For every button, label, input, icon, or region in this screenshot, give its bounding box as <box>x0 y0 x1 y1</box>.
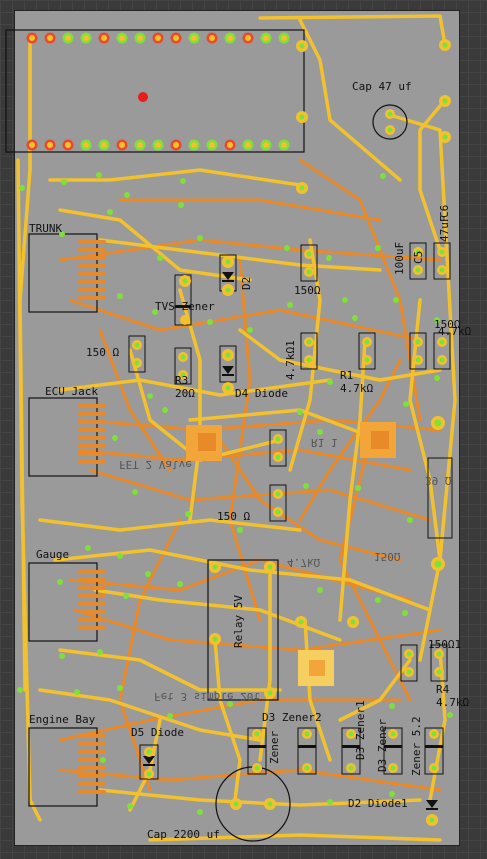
cap2200-label: Cap 2200 uf <box>147 828 220 841</box>
mirrored-simple-label: Fet 3 simple 20t <box>154 690 260 703</box>
connector-pins <box>78 240 106 794</box>
gauge-label: Gauge <box>36 548 70 561</box>
d3b-label: D3 Zener1 <box>354 700 367 760</box>
mirrored-valve-label: FET 2 Valve <box>119 458 192 471</box>
d2-label: D2 <box>240 276 253 290</box>
zener-label: Zener <box>268 730 281 764</box>
r150-a-label: 150Ω <box>294 284 321 297</box>
mirrored-39-label: 39 Ω <box>425 474 452 487</box>
r4-value: 4.7kΩ <box>436 696 470 709</box>
pcb-editor-canvas[interactable]: Cap 47 uf Cap 2200 uf C6 47uF C5 100uF T… <box>0 0 487 859</box>
r1-value: 4.7kΩ <box>340 382 374 395</box>
mirrored-r-label: R1 1 <box>311 436 338 449</box>
r3-value: 20Ω <box>175 387 195 400</box>
engine-label: Engine Bay <box>29 713 96 726</box>
r4-value-2: 4.7kΩ <box>438 325 472 338</box>
cap47-label: Cap 47 uf <box>352 80 412 93</box>
trunk-label: TRUNK <box>29 222 63 235</box>
r150-b-label: 150 Ω <box>86 346 120 359</box>
d3c-label: D3 Zener <box>376 719 389 772</box>
d5-label: D5 Diode <box>131 726 184 739</box>
c5-value: 100uF <box>393 241 406 275</box>
r150-c-label: 150 Ω <box>217 510 251 523</box>
mirrored-r47-label: 4.7kΩ <box>287 556 321 569</box>
mcu-pads-bottom <box>26 139 290 151</box>
d3-label: D3 Zener2 <box>262 711 322 724</box>
r150-e-label: 150Ω1 <box>428 638 462 651</box>
c6-value: 47uF <box>438 215 451 243</box>
r4-label: R4 <box>436 683 450 696</box>
ecu-label: ECU Jack <box>45 385 98 398</box>
mcu-pads-top <box>26 32 290 44</box>
r1-label: R1 <box>340 369 354 382</box>
mirrored-150-label: 150Ω <box>374 550 401 563</box>
tvs-label: TVS Zener <box>155 300 215 313</box>
d2-diode-label: D2 Diode1 <box>348 797 408 810</box>
r47-vertical-label: 4.7kΩ1 <box>284 340 297 380</box>
pin1-marker <box>138 92 148 102</box>
r3-label: R3 <box>175 374 189 387</box>
relay-label: Relay 5V <box>232 595 245 648</box>
c5-label: C5 <box>412 250 425 264</box>
zener5-label: Zener 5.2 <box>410 716 423 776</box>
d4-label: D4 Diode <box>235 387 288 400</box>
mcu-footprint <box>5 29 305 153</box>
